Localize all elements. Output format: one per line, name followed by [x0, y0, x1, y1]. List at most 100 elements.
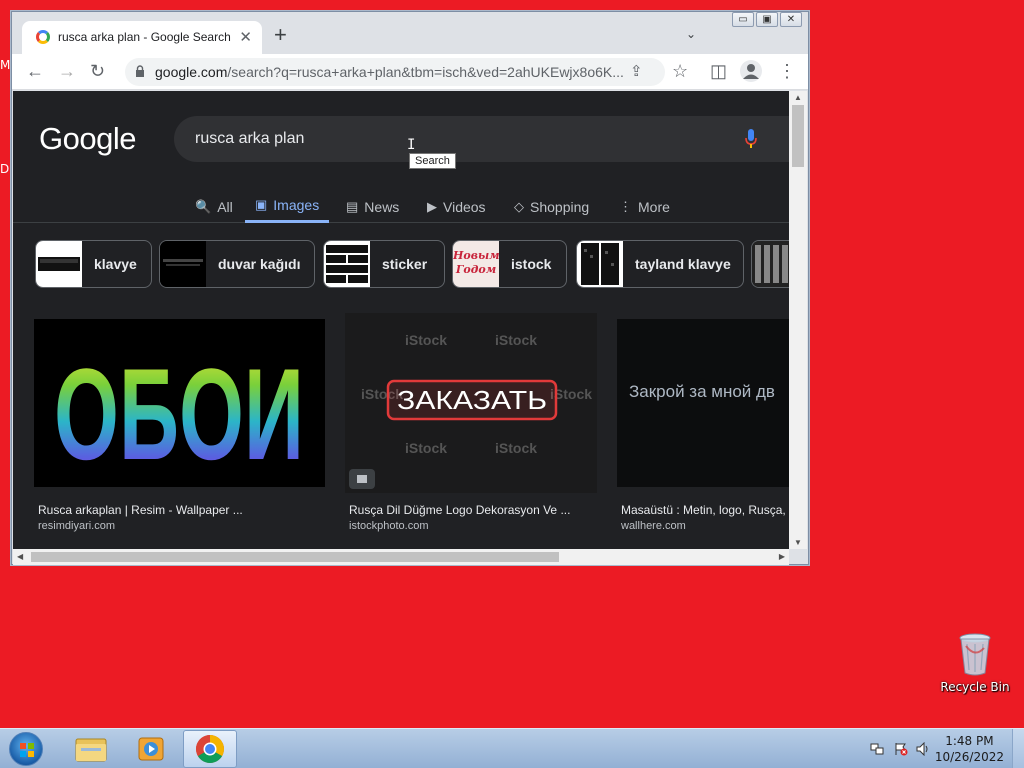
maximize-button[interactable]: ▣ [756, 12, 778, 27]
new-tab-button[interactable]: + [274, 24, 287, 46]
tab-label: Videos [443, 198, 486, 215]
result-title[interactable]: Rusça Dil Düğme Logo Dekorasyon Ve ... [349, 503, 570, 517]
chip-label: klavye [94, 256, 137, 272]
more-vertical-icon: ⋮ [619, 198, 632, 214]
url-text: google.com/search?q=rusca+arka+plan&tbm=… [155, 64, 623, 80]
close-button[interactable]: ✕ [780, 12, 802, 27]
desktop-icon-label-partial[interactable]: M [0, 58, 10, 72]
scroll-left-icon[interactable]: ◀ [17, 552, 23, 561]
forward-button[interactable]: → [58, 62, 76, 80]
back-button[interactable]: ← [26, 62, 44, 80]
horizontal-scrollbar[interactable]: ◀ ▶ [13, 549, 789, 565]
result-source[interactable]: resimdiyari.com [38, 520, 115, 532]
person-icon [743, 64, 759, 79]
result-image-text: ОБОИ [54, 341, 304, 487]
tag-icon: ◇ [514, 198, 524, 214]
volume-icon[interactable] [916, 741, 930, 757]
image-badge-icon [357, 475, 367, 483]
image-icon: ▣ [255, 197, 268, 212]
start-button[interactable] [6, 730, 46, 768]
tab-title: rusca arka plan - Google Search [58, 30, 231, 44]
tab-label: News [364, 198, 400, 215]
vertical-scrollbar[interactable]: ▲ ▼ [789, 91, 807, 549]
network-icon[interactable] [870, 742, 884, 756]
google-favicon-icon [36, 30, 50, 44]
scroll-up-icon[interactable]: ▲ [794, 93, 802, 102]
chip-label: sticker [382, 256, 428, 272]
side-panel-icon[interactable]: ◫ [710, 62, 727, 80]
share-icon[interactable]: ⇪ [630, 63, 643, 81]
tab-images[interactable]: ▣ Images [245, 190, 330, 223]
horizontal-scroll-thumb[interactable] [31, 552, 559, 562]
profile-avatar[interactable] [740, 60, 762, 82]
chip-label: tayland klavye [635, 256, 731, 272]
result-image[interactable]: ОБОИ [34, 319, 325, 487]
chrome-icon [196, 735, 224, 763]
search-input[interactable]: rusca arka plan [174, 116, 789, 162]
search-query-text: rusca arka plan [195, 130, 305, 147]
related-chip-istock[interactable]: Новым Годом istock [452, 240, 567, 288]
browser-tab[interactable]: rusca arka plan - Google Search ✕ [22, 21, 262, 54]
chip-thumbnail [324, 241, 370, 287]
search-icon: 🔍 [195, 198, 212, 214]
google-logo[interactable]: Google [39, 121, 136, 157]
scroll-right-icon[interactable]: ▶ [779, 552, 785, 561]
chrome-menu-icon[interactable]: ⋮ [778, 62, 796, 80]
tab-label: All [217, 198, 233, 215]
chip-thumbnail: Новым Годом [453, 241, 500, 287]
taskbar-explorer-button[interactable] [64, 730, 118, 768]
minimize-button[interactable]: ▭ [732, 12, 754, 27]
result-image-text: Закрой за мной дв [629, 382, 775, 401]
search-tabs: 🔍 All ▣ Images ▤ News ▶ Videos ◇ Shopping ⋮ Mo… [13, 190, 789, 223]
desktop-icon-label-partial[interactable]: D [0, 162, 9, 176]
tab-all[interactable]: 🔍 All [195, 190, 233, 223]
related-chip-tayland-klavye[interactable]: tayland klavye [576, 240, 744, 288]
show-desktop-button[interactable] [1012, 729, 1024, 768]
related-chip-duvar-kagidi[interactable]: duvar kağıdı [159, 240, 315, 288]
scroll-down-icon[interactable]: ▼ [794, 538, 802, 547]
search-tooltip: Search [409, 153, 456, 169]
vertical-scroll-thumb[interactable] [792, 105, 804, 167]
bookmark-star-icon[interactable]: ☆ [672, 62, 688, 80]
clock-time: 1:48 PM [945, 734, 994, 748]
taskbar-chrome-button[interactable] [183, 730, 237, 768]
tab-close-icon[interactable]: ✕ [239, 28, 252, 46]
taskbar-media-player-button[interactable] [124, 730, 178, 768]
result-source[interactable]: wallhere.com [621, 520, 686, 532]
folder-icon [75, 738, 107, 762]
media-player-icon [138, 737, 164, 761]
watermark-text: iStock [495, 332, 537, 348]
tab-search-button[interactable]: ⌄ [686, 27, 696, 41]
google-images-page: Google rusca arka plan I Search 🔍 All ▣ Im… [13, 91, 789, 549]
recycle-bin[interactable]: Recycle Bin [938, 628, 1012, 694]
tab-more[interactable]: ⋮ More [619, 190, 670, 223]
taskbar-clock[interactable]: 1:48 PM 10/26/2022 [935, 733, 1004, 765]
result-image[interactable]: iStock iStock iStock iStock iStock iStoc… [345, 313, 597, 493]
tab-news[interactable]: ▤ News [346, 190, 399, 223]
tab-videos[interactable]: ▶ Videos [427, 190, 486, 223]
result-image[interactable]: Закрой за мной дв [617, 319, 789, 487]
related-chip-klavye[interactable]: klavye [35, 240, 152, 288]
browser-toolbar: ← → ↻ google.com/search?q=rusca+arka+pla… [12, 54, 808, 90]
related-chip-partial[interactable] [751, 240, 789, 288]
chrome-window: ▭ ▣ ✕ rusca arka plan - Google Search ✕ … [11, 11, 809, 565]
result-title[interactable]: Rusca arkaplan | Resim - Wallpaper ... [38, 503, 243, 517]
microphone-icon[interactable] [745, 129, 757, 149]
reload-button[interactable]: ↻ [90, 62, 105, 80]
address-bar[interactable]: google.com/search?q=rusca+arka+plan&tbm=… [125, 58, 665, 86]
chip-thumbnail [752, 241, 789, 287]
system-tray: 1:48 PM 10/26/2022 [854, 729, 1024, 768]
watermark-text: iStock [405, 440, 447, 456]
windows-logo-icon [9, 732, 43, 766]
chip-thumbnail [577, 241, 623, 287]
recycle-bin-label: Recycle Bin [940, 680, 1010, 694]
chip-label: istock [511, 256, 552, 272]
result-source[interactable]: istockphoto.com [349, 520, 428, 532]
related-chip-sticker[interactable]: sticker [323, 240, 445, 288]
result-title[interactable]: Masaüstü : Metin, logo, Rusça, ... [621, 503, 789, 517]
lock-icon[interactable] [135, 65, 145, 77]
action-center-flag-icon[interactable] [894, 742, 908, 756]
tab-shopping[interactable]: ◇ Shopping [514, 190, 589, 223]
play-icon: ▶ [427, 198, 437, 214]
tab-label: Shopping [530, 198, 590, 215]
